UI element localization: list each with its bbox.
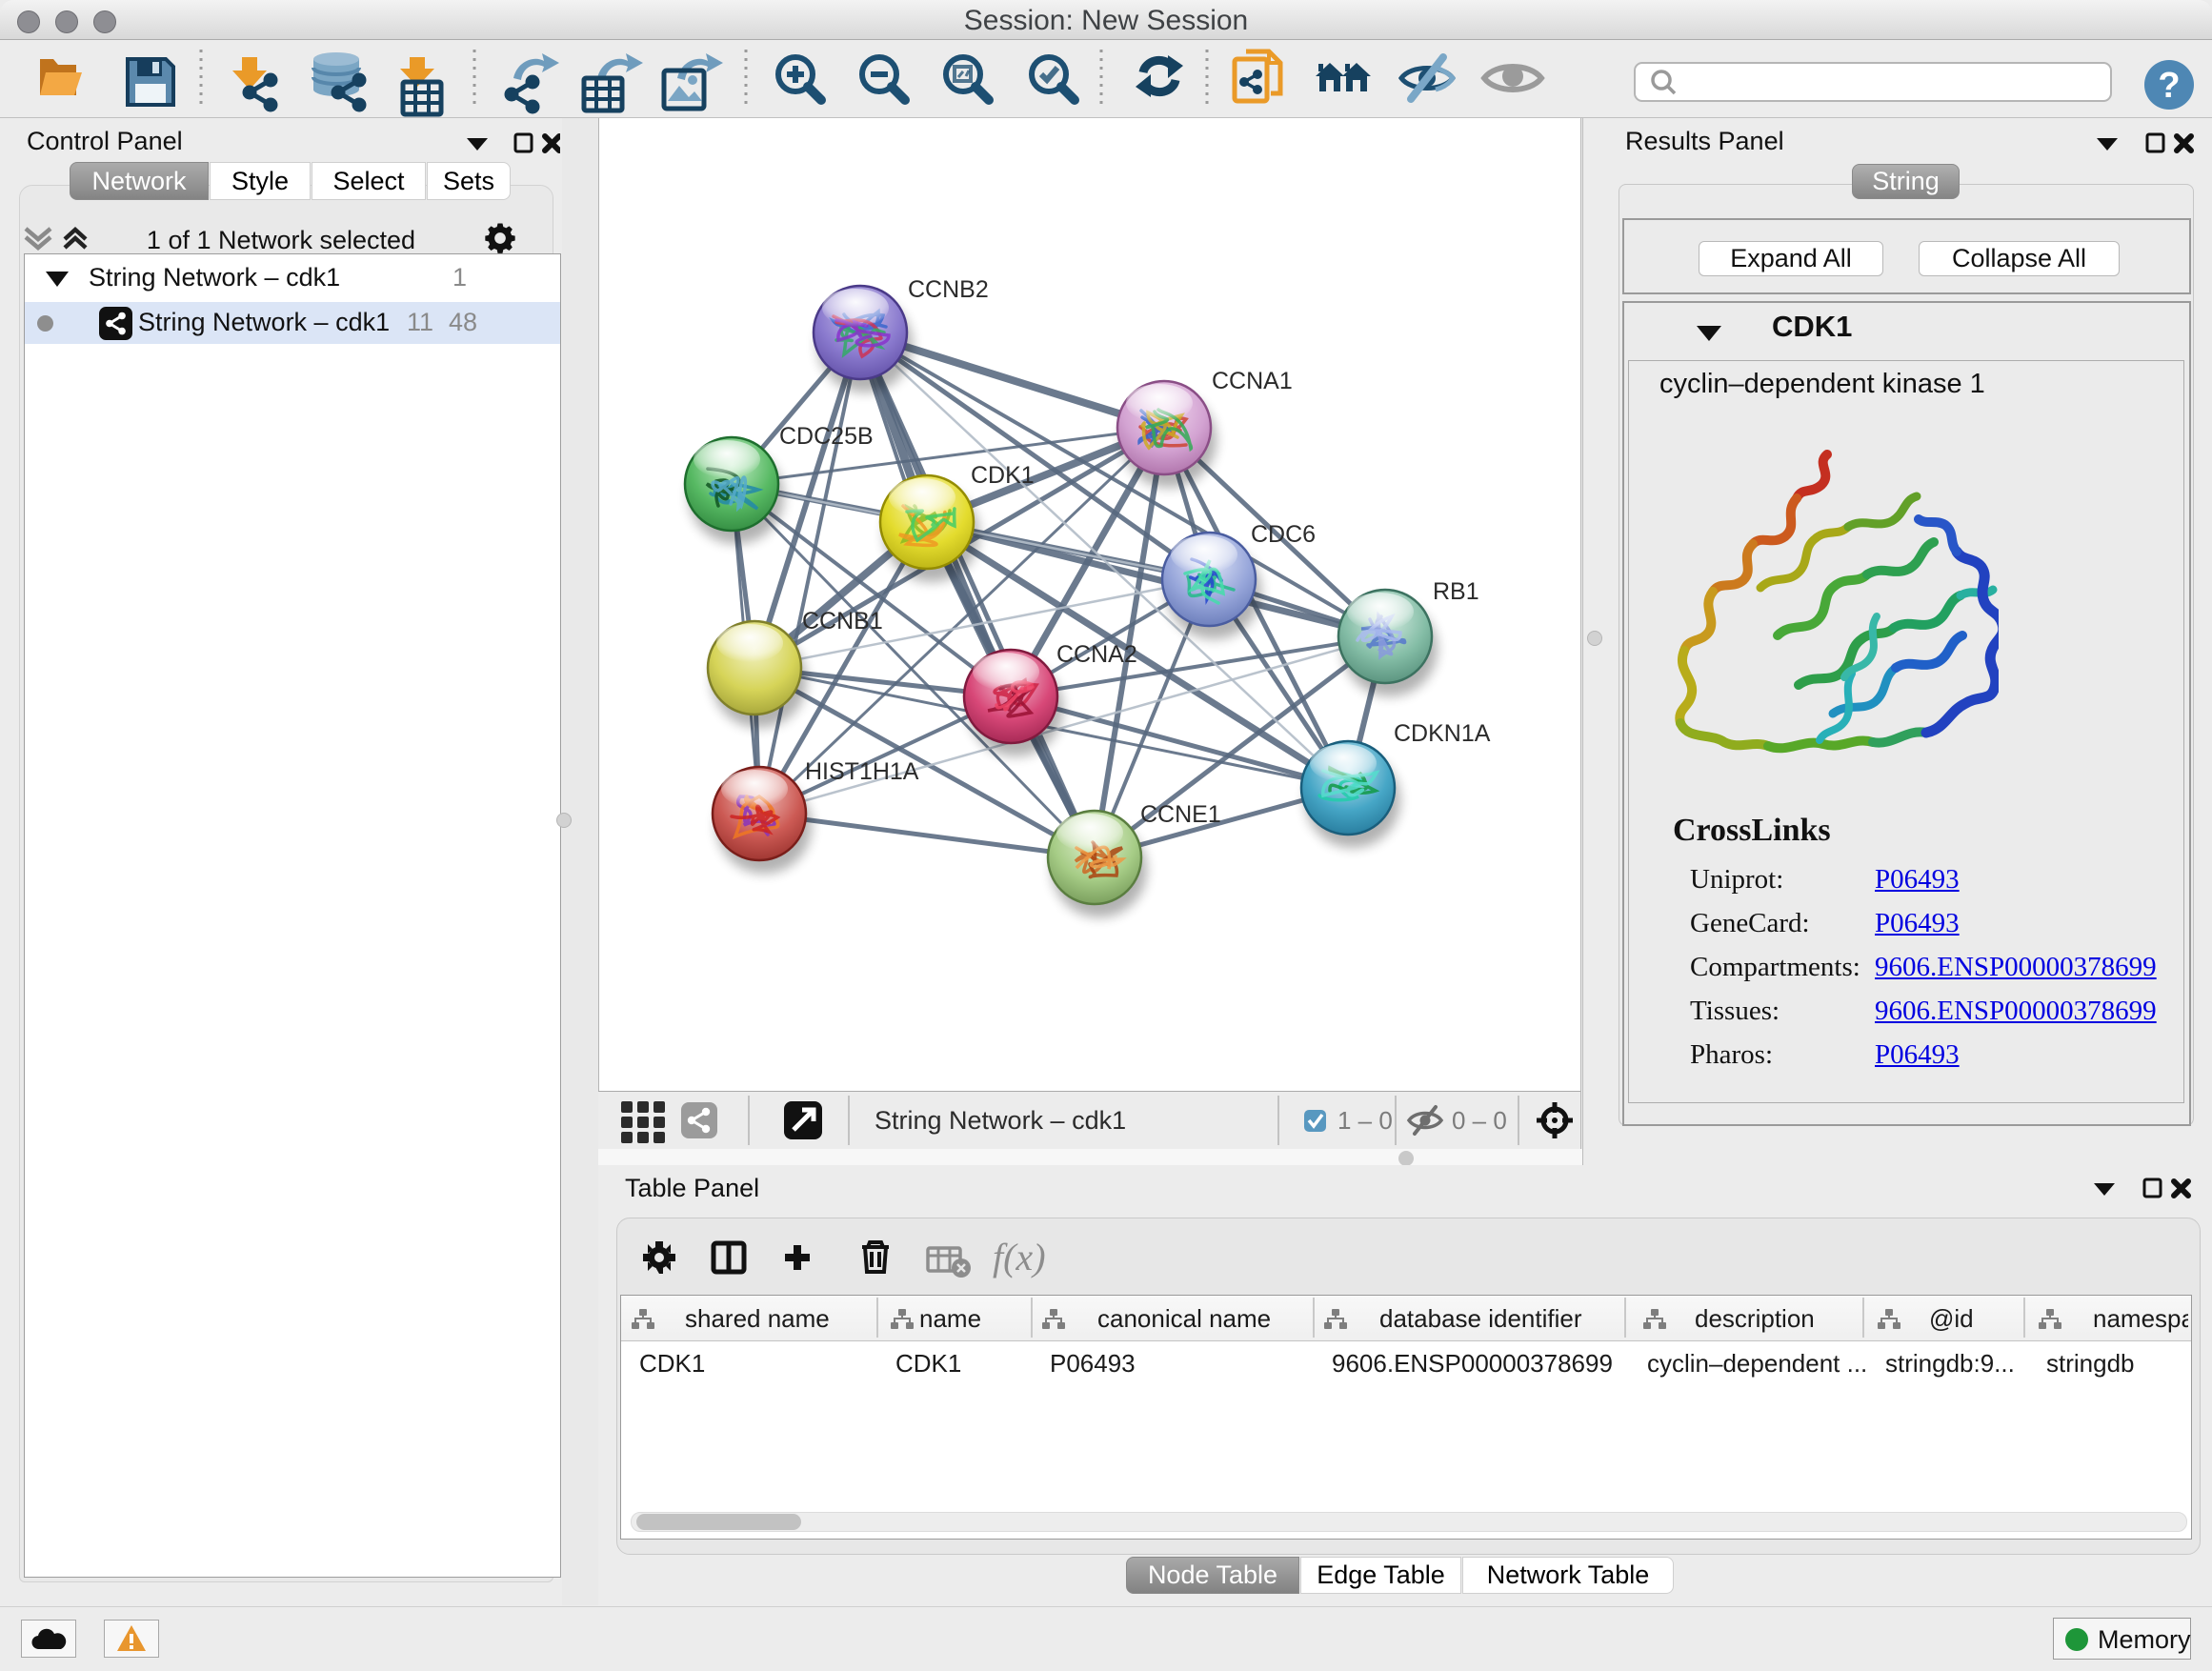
svg-text:database identifier: database identifier [1379,1304,1582,1333]
svg-text:String Network – cdk1: String Network – cdk1 [875,1106,1126,1135]
svg-text:CDK1: CDK1 [971,462,1035,489]
svg-text:shared name: shared name [685,1304,830,1333]
svg-text:CDC6: CDC6 [1251,521,1316,548]
svg-text:namespac: namespac [2093,1304,2188,1333]
svg-text:0 – 0: 0 – 0 [1452,1106,1507,1135]
svg-text:1 – 0: 1 – 0 [1337,1106,1393,1135]
svg-text:name: name [919,1304,981,1333]
svg-text:canonical name: canonical name [1097,1304,1271,1333]
svg-text:description: description [1695,1304,1815,1333]
svg-text:CCNE1: CCNE1 [1140,801,1221,828]
svg-text:CDC25B: CDC25B [779,423,874,450]
svg-text:RB1: RB1 [1433,578,1479,605]
svg-text:CCNA1: CCNA1 [1212,368,1293,394]
svg-text:@id: @id [1929,1304,1974,1333]
svg-text:CCNB2: CCNB2 [908,276,989,303]
svg-text:f(x): f(x) [993,1236,1046,1278]
svg-text:CCNA2: CCNA2 [1056,641,1137,668]
svg-text:HIST1H1A: HIST1H1A [805,758,919,785]
svg-text:CCNB1: CCNB1 [802,608,883,634]
svg-text:CDKN1A: CDKN1A [1394,720,1491,747]
svg-text:?: ? [2158,66,2180,106]
